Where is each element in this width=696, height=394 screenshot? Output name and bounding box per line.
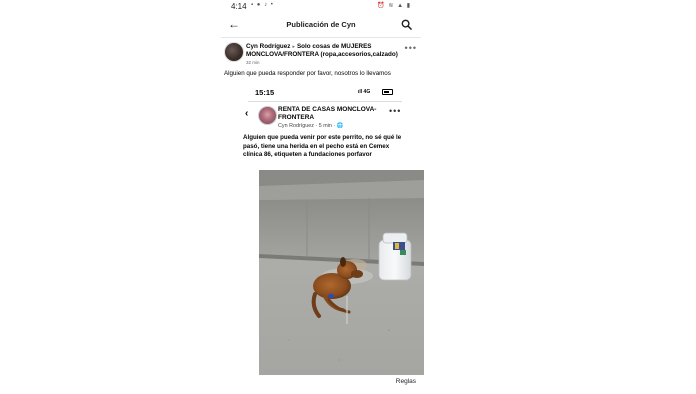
author-name[interactable]: Cyn Rodríguez	[246, 43, 290, 50]
shared-screenshot-image[interactable]: 15:15 ıll 4G ‹ RENTA DE CASAS MONCLOVA-F…	[240, 83, 424, 379]
page-title: Publicación de Cyn	[286, 20, 356, 29]
screenshot-author-time: Cyn Rodríguez · 5 min · 🌐	[278, 123, 344, 129]
battery-icon	[382, 89, 393, 95]
screenshot-post-text: Alguien que pueda venir por este perrito…	[243, 134, 402, 159]
screenshot-more-icon: •••	[389, 106, 402, 116]
screenshot-group-avatar	[258, 106, 277, 125]
app-bar: ← Publicación de Cyn	[221, 13, 421, 38]
post-text: Alguien que pueda responder por favor, n…	[224, 70, 391, 77]
system-icons: ⏰ ≋ ▲ ▮	[377, 3, 411, 9]
post-author-line: Cyn Rodríguez ▸ Solo cosas de MUJERES MONC…	[246, 43, 406, 59]
more-options-icon[interactable]: •••	[405, 43, 417, 53]
screenshot-group-name: RENTA DE CASAS MONCLOVA-FRONTERA	[278, 106, 377, 121]
screenshot-network-icons: ıll 4G	[358, 89, 371, 95]
search-icon[interactable]	[401, 19, 412, 30]
screenshot-divider	[248, 101, 402, 102]
caret-right-icon: ▸	[292, 44, 295, 50]
status-bar: 4:14 ▪ ● ♪ • ⏰ ≋ ▲ ▮	[221, 0, 421, 13]
author-avatar[interactable]	[224, 42, 244, 62]
screenshot-back-chevron-icon: ‹	[245, 108, 249, 119]
dog-photo	[259, 170, 424, 375]
rules-link[interactable]: Reglas	[396, 378, 416, 385]
dog-photo-illustration	[259, 170, 424, 375]
status-time: 4:14	[231, 2, 247, 11]
phone-screen: 4:14 ▪ ● ♪ • ⏰ ≋ ▲ ▮ ← Publicación de Cy…	[221, 0, 424, 394]
screenshot-status-time: 15:15	[255, 88, 275, 97]
post-timestamp[interactable]: 32 min	[246, 60, 260, 65]
post-header: Cyn Rodríguez ▸ Solo cosas de MUJERES MONC…	[221, 40, 421, 66]
notification-icons: ▪ ● ♪ •	[251, 2, 274, 8]
